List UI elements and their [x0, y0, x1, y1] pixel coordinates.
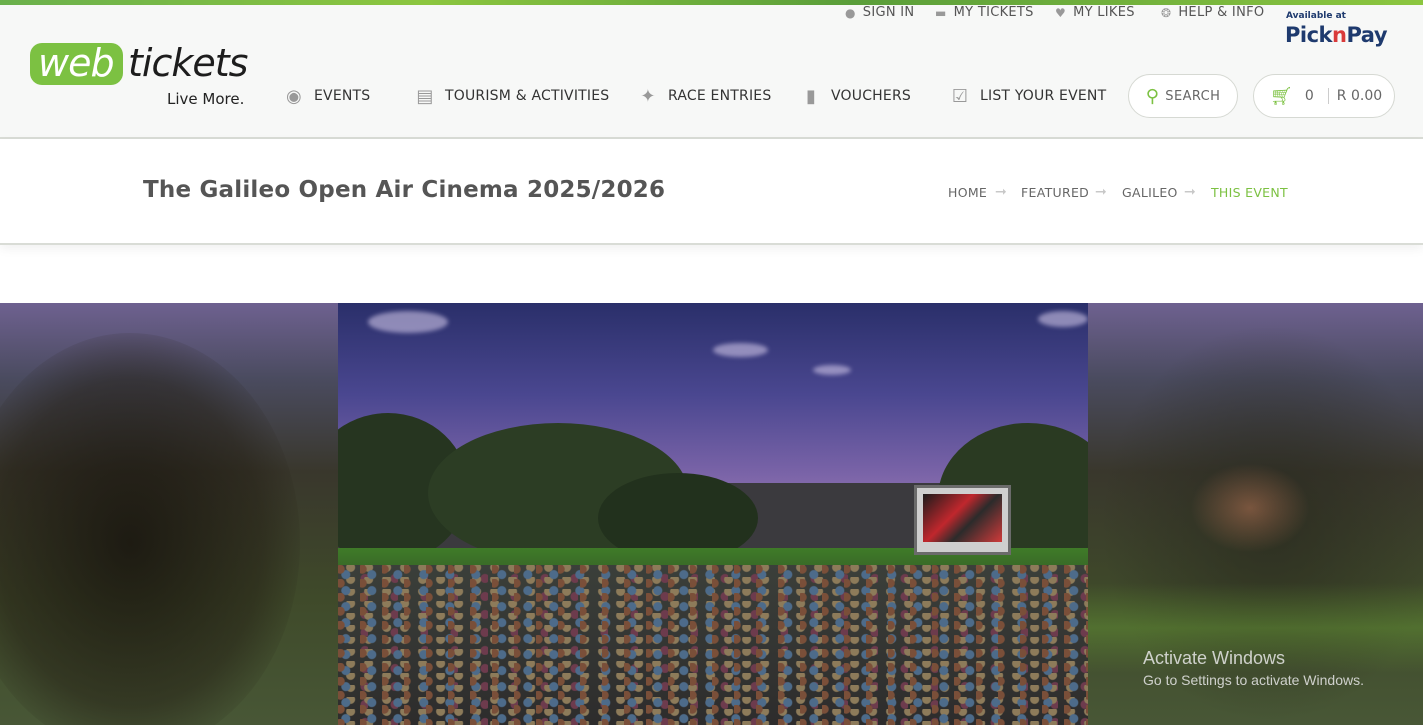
- cart-divider: [1327, 88, 1329, 104]
- help-info-link[interactable]: ❂ HELP & INFO: [1161, 5, 1264, 20]
- heart-icon: ♥: [1055, 5, 1067, 20]
- my-likes-label: MY LIKES: [1073, 5, 1135, 20]
- nav-race-label: RACE ENTRIES: [668, 88, 772, 104]
- activate-windows-title: Activate Windows: [1143, 648, 1286, 668]
- search-button[interactable]: ⚲ SEARCH: [1128, 74, 1238, 118]
- hero-blur-left: [0, 333, 300, 725]
- photo-cloud: [713, 343, 768, 357]
- pnp-word-pay: Pay: [1346, 23, 1388, 47]
- photo-cloud: [368, 311, 448, 333]
- sign-in-link[interactable]: ● SIGN IN: [845, 5, 914, 20]
- cart-button[interactable]: 🛒︎ 0 R 0.00: [1253, 74, 1395, 118]
- lifebuoy-icon: ❂: [1161, 5, 1172, 20]
- suitcase-icon: ▤: [416, 85, 434, 107]
- breadcrumb-galileo[interactable]: GALILEO: [1122, 185, 1178, 200]
- sign-in-label: SIGN IN: [862, 5, 915, 20]
- nav-list-your-event[interactable]: ☑ LIST YOUR EVENT: [949, 81, 1106, 111]
- nav-events[interactable]: ◉ EVENTS: [283, 81, 370, 111]
- search-icon: ⚲: [1145, 85, 1160, 107]
- photo-cloud: [813, 365, 851, 375]
- nav-list-event-label: LIST YOUR EVENT: [980, 88, 1107, 104]
- nav-tourism-activities[interactable]: ▤ TOURISM & ACTIVITIES: [414, 81, 609, 111]
- breadcrumb-home[interactable]: HOME: [948, 185, 987, 200]
- cinema-screen-image: [923, 494, 1002, 542]
- calendar-check-icon: ☑: [951, 85, 969, 107]
- runner-icon: ✦: [640, 85, 656, 107]
- picknpay-logo: PicknPay: [1285, 23, 1388, 47]
- cart-total: R 0.00: [1336, 88, 1383, 104]
- help-info-label: HELP & INFO: [1178, 5, 1265, 20]
- pnp-word-pick: Pick: [1285, 23, 1333, 47]
- activate-windows-subtitle: Go to Settings to activate Windows.: [1143, 672, 1364, 688]
- cart-icon: 🛒︎: [1270, 85, 1293, 107]
- binoculars-icon: ◉: [286, 85, 302, 107]
- nav-vouchers-label: VOUCHERS: [831, 88, 911, 104]
- my-tickets-label: MY TICKETS: [953, 5, 1034, 20]
- ticket-icon: ▬: [935, 5, 947, 20]
- search-label: SEARCH: [1165, 88, 1221, 104]
- hero-glow-right: [1190, 463, 1310, 553]
- bookmark-icon: ▮: [805, 85, 817, 107]
- event-photo: [338, 303, 1088, 725]
- my-likes-link[interactable]: ♥ MY LIKES: [1055, 5, 1135, 20]
- arrow-right-icon: ➞: [995, 184, 1008, 200]
- breadcrumb-this-event: THIS EVENT: [1211, 185, 1288, 200]
- logo-tagline: Live More.: [167, 90, 245, 108]
- nav-race-entries[interactable]: ✦ RACE ENTRIES: [637, 81, 771, 111]
- pnp-word-n: n: [1332, 23, 1347, 47]
- photo-cloud: [1038, 311, 1088, 327]
- logo-tickets-text: tickets: [128, 41, 248, 85]
- breadcrumb-featured[interactable]: FEATURED: [1021, 185, 1089, 200]
- page-title: The Galileo Open Air Cinema 2025/2026: [143, 177, 666, 203]
- activate-windows-watermark: Activate Windows Go to Settings to activ…: [1143, 648, 1364, 688]
- cinema-screen: [914, 485, 1011, 555]
- nav-tourism-label: TOURISM & ACTIVITIES: [445, 88, 610, 104]
- nav-events-label: EVENTS: [314, 88, 371, 104]
- site-header: web tickets Live More. ● SIGN IN ▬ MY TI…: [0, 5, 1423, 139]
- cart-count: 0: [1304, 88, 1314, 104]
- my-tickets-link[interactable]: ▬ MY TICKETS: [935, 5, 1034, 20]
- arrow-right-icon: ➞: [1184, 184, 1197, 200]
- user-icon: ●: [845, 5, 856, 20]
- page-title-bar: The Galileo Open Air Cinema 2025/2026 HO…: [0, 139, 1423, 245]
- photo-crowd: [338, 565, 1088, 725]
- available-at-text: Available at: [1286, 11, 1346, 21]
- logo-web-text: web: [30, 43, 123, 85]
- arrow-right-icon: ➞: [1095, 184, 1108, 200]
- picknpay-badge[interactable]: Available at PicknPay: [1285, 11, 1397, 51]
- nav-vouchers[interactable]: ▮ VOUCHERS: [800, 81, 911, 111]
